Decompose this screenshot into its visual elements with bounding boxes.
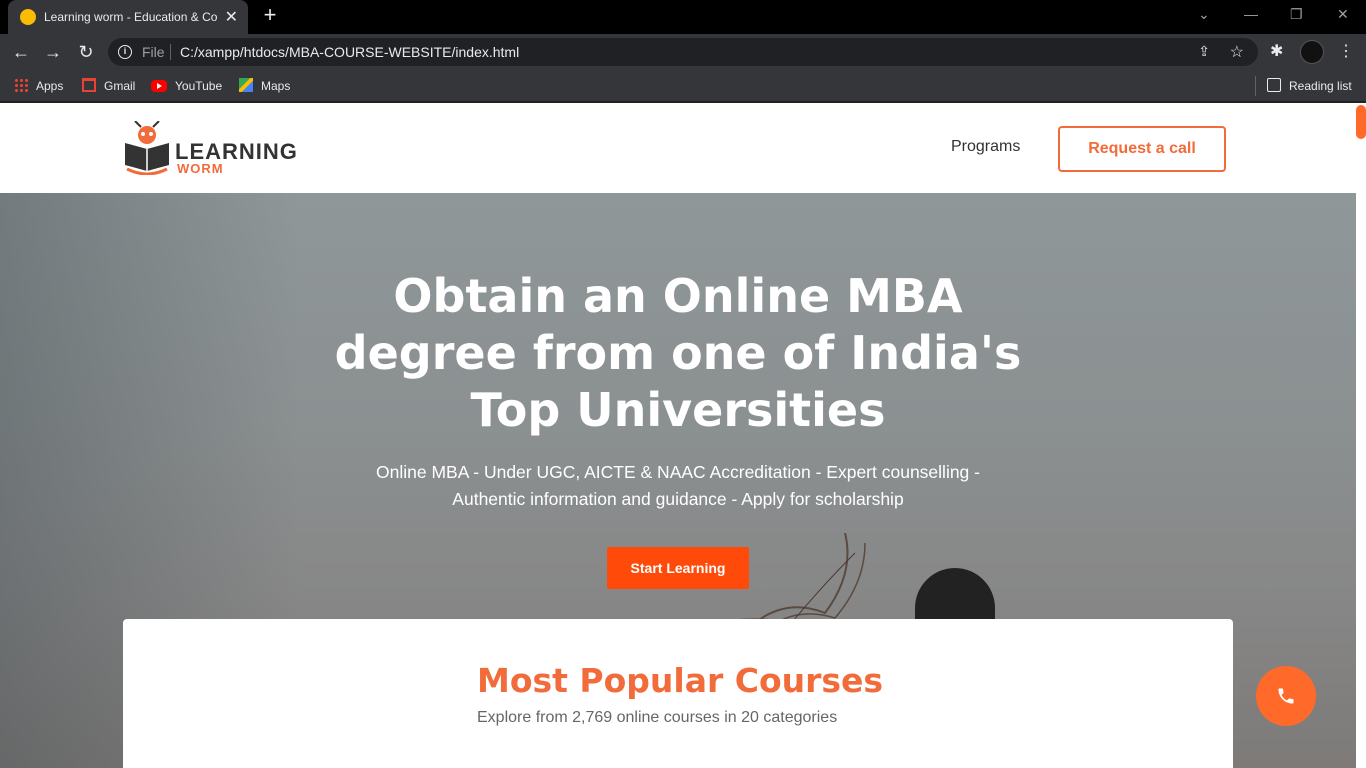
scrollbar-thumb[interactable] — [1356, 105, 1366, 139]
bookmark-label: Maps — [261, 79, 291, 93]
address-bar[interactable]: i File C:/xampp/htdocs/MBA-COURSE-WEBSIT… — [108, 38, 1258, 66]
hero-subtitle: Online MBA - Under UGC, AICTE & NAAC Acc… — [376, 462, 980, 509]
hero-section: Obtain an Online MBA degree from one of … — [0, 193, 1356, 768]
url-text[interactable]: C:/xampp/htdocs/MBA-COURSE-WEBSITE/index… — [180, 44, 519, 60]
bookmark-youtube[interactable]: YouTube — [151, 77, 222, 95]
maps-icon — [239, 78, 253, 92]
gmail-icon — [82, 78, 96, 92]
back-icon[interactable]: ← — [10, 41, 32, 63]
section-subtitle: Explore from 2,769 online courses in 20 … — [477, 709, 838, 726]
reading-list-icon — [1267, 78, 1281, 92]
bookmark-star-icon[interactable]: ☆ — [1230, 42, 1244, 62]
bookmark-maps[interactable]: Maps — [239, 77, 290, 95]
bookmark-label: Gmail — [104, 79, 136, 93]
web-page: LEARNING WORM Programs Request a call Ob… — [0, 103, 1366, 768]
tab-favicon-icon — [20, 9, 36, 25]
browser-tab[interactable]: Learning worm - Education & Co ✕ — [8, 0, 248, 34]
nav-programs-link[interactable]: Programs — [951, 138, 1020, 156]
start-learning-button[interactable]: Start Learning — [607, 547, 749, 589]
tab-search-icon[interactable]: ⌄ — [1198, 6, 1210, 23]
bookmark-label: Apps — [36, 79, 64, 93]
kebab-menu-icon[interactable]: ⋮ — [1338, 41, 1354, 61]
share-icon[interactable]: ⇪ — [1198, 43, 1210, 60]
popular-courses-card: Most Popular Courses Explore from 2,769 … — [123, 619, 1233, 768]
scheme-label: File — [142, 44, 165, 60]
bookmark-gmail[interactable]: Gmail — [82, 77, 135, 95]
divider — [1255, 76, 1256, 96]
apps-icon — [14, 78, 28, 92]
hero-title: Obtain an Online MBA degree from one of … — [334, 269, 1022, 437]
page-scrollbar[interactable] — [1356, 103, 1366, 768]
divider — [170, 44, 171, 60]
reading-list-button[interactable]: Reading list — [1267, 77, 1352, 95]
tab-title: Learning worm - Education & Co — [44, 10, 218, 24]
youtube-icon — [151, 80, 167, 92]
bookmark-apps[interactable]: Apps — [14, 77, 63, 95]
browser-toolbar: ← → ↻ i File C:/xampp/htdocs/MBA-COURSE-… — [0, 34, 1366, 70]
window-close-button[interactable]: ✕ — [1337, 6, 1349, 23]
minimize-button[interactable]: — — [1244, 6, 1258, 22]
phone-icon — [1278, 688, 1294, 704]
avatar[interactable] — [1300, 40, 1324, 64]
extensions-icon[interactable]: ✱ — [1270, 41, 1283, 61]
restore-button[interactable]: ❐ — [1290, 6, 1303, 23]
logo-text-secondary: WORM — [177, 161, 224, 176]
browser-tab-strip: Learning worm - Education & Co ✕ + ⌄ — ❐… — [0, 0, 1366, 34]
info-icon[interactable]: i — [118, 45, 132, 59]
site-logo[interactable]: LEARNING WORM — [123, 117, 297, 177]
site-header: LEARNING WORM Programs Request a call — [0, 103, 1356, 193]
call-floating-button[interactable] — [1256, 666, 1316, 726]
section-title: Most Popular Courses — [477, 661, 884, 700]
bookmarks-bar: Apps Gmail YouTube Maps Reading list — [0, 70, 1366, 102]
reading-list-label: Reading list — [1289, 79, 1352, 93]
worm-book-logo-icon — [125, 121, 169, 175]
new-tab-button[interactable]: + — [258, 3, 282, 27]
bookmark-label: YouTube — [175, 79, 223, 93]
reload-icon[interactable]: ↻ — [75, 41, 97, 63]
forward-icon[interactable]: → — [42, 41, 64, 63]
request-call-button[interactable]: Request a call — [1058, 126, 1226, 172]
close-icon[interactable]: ✕ — [225, 7, 238, 27]
